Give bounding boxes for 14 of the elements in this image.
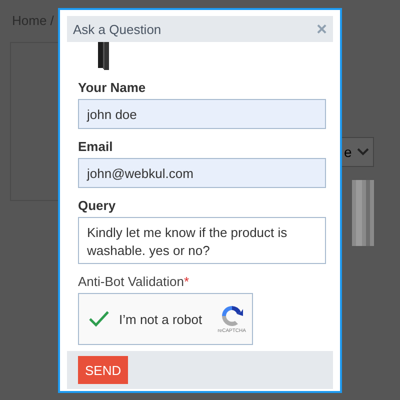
input-field[interactable]: john doe: [78, 99, 326, 129]
field-label: Email: [78, 139, 114, 154]
field-label: Query: [78, 198, 117, 213]
captcha-label: I’m not a robot: [119, 312, 202, 326]
dialog-title: Ask a Question: [73, 22, 162, 36]
chevron-down-icon: [356, 148, 369, 156]
input-field[interactable]: john@webkul.com: [78, 158, 326, 188]
required-mark: *: [184, 274, 190, 289]
recaptcha-logo-icon: [220, 304, 244, 328]
checkmark-icon[interactable]: [88, 310, 110, 328]
field-label: Anti-Bot Validation: [78, 274, 184, 289]
query-field[interactable]: Kindly let me know if the product is washable. yes or no?: [78, 217, 326, 264]
field-label: Your Name: [78, 80, 147, 95]
send-button[interactable]: SEND: [78, 356, 128, 384]
